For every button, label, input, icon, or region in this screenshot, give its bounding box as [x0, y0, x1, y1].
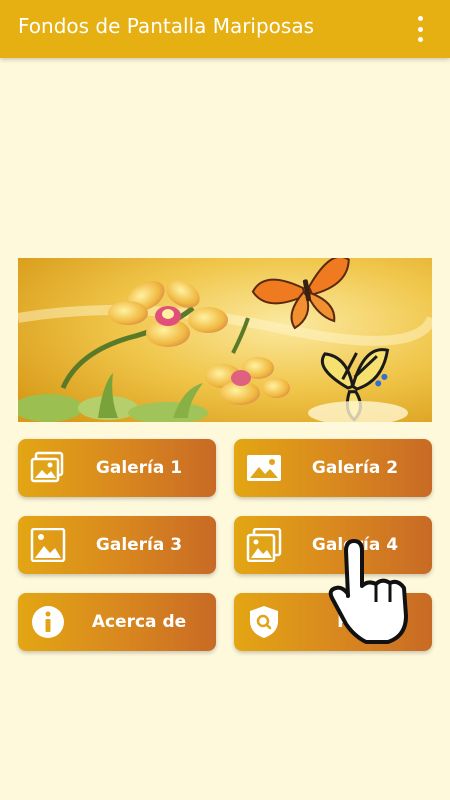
about-label: Acerca de — [91, 612, 187, 632]
gallery-4-button[interactable]: Galería 4 — [234, 516, 432, 574]
butterfly-banner-image — [18, 258, 432, 422]
photo-stack-icon — [30, 451, 64, 483]
gallery-2-button[interactable]: Galería 2 — [234, 439, 432, 497]
landscape-image-icon — [30, 528, 66, 562]
info-icon — [32, 606, 64, 638]
about-button[interactable]: Acerca de — [18, 593, 216, 651]
gallery-4-label: Galería 4 — [311, 535, 399, 555]
privacy-policy-label: Poli — [337, 612, 373, 632]
more-vert-icon[interactable] — [410, 16, 430, 42]
gallery-2-label: Galería 2 — [311, 458, 399, 478]
gallery-3-label: Galería 3 — [95, 535, 183, 555]
gallery-1-button[interactable]: Galería 1 — [18, 439, 216, 497]
image-icon — [247, 455, 281, 481]
gallery-1-label: Galería 1 — [95, 458, 183, 478]
app-title: Fondos de Pantalla Mariposas — [18, 14, 315, 38]
landscape-stack-icon — [246, 528, 282, 562]
shield-search-icon — [250, 606, 278, 638]
gallery-3-button[interactable]: Galería 3 — [18, 516, 216, 574]
app-bar: Fondos de Pantalla Mariposas — [0, 0, 450, 58]
privacy-policy-button[interactable]: Poli — [234, 593, 432, 651]
